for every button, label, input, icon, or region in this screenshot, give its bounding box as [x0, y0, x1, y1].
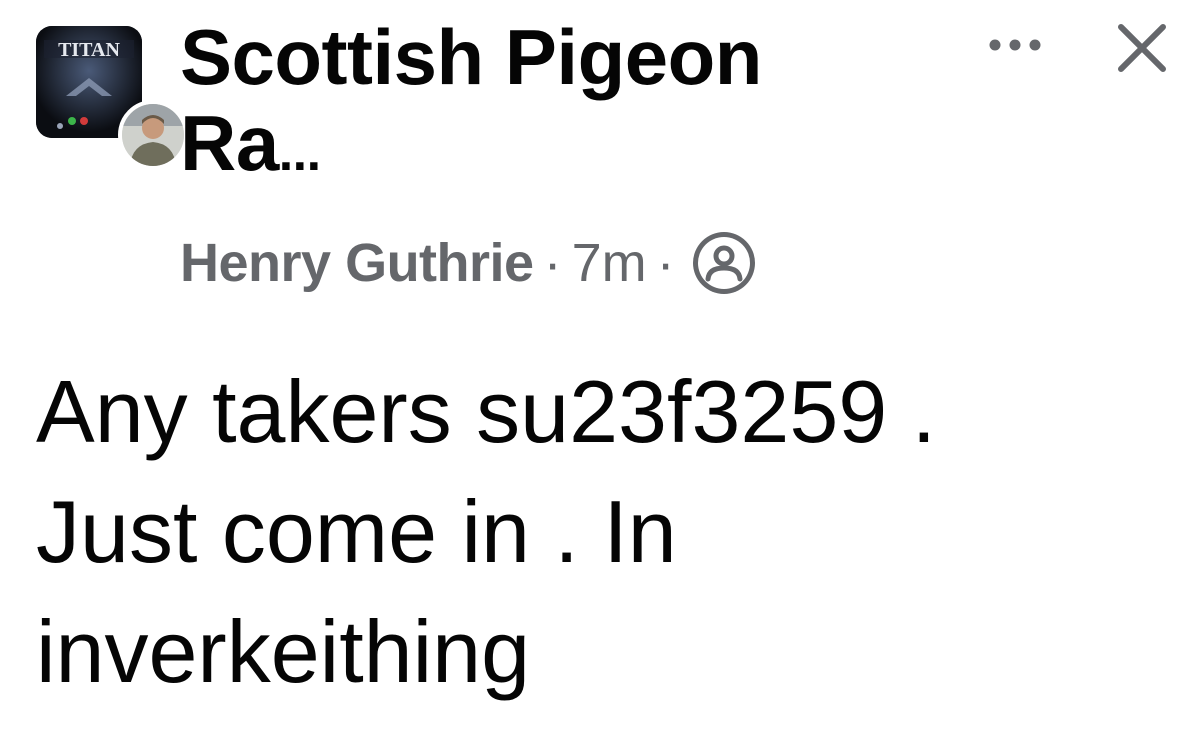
post-text-line: inverkeithing [36, 602, 531, 701]
post-text-line: Any takers su23f3259 . [36, 362, 937, 461]
author-avatar-image [122, 104, 184, 166]
group-avatar-title: TITAN [58, 39, 120, 61]
more-horizontal-icon [989, 39, 1041, 51]
group-name-line-2: Ra... [180, 100, 860, 196]
more-options-button[interactable] [980, 20, 1050, 70]
close-icon [1118, 24, 1166, 72]
group-name-line-1: Scottish Pigeon [180, 13, 762, 101]
meta-separator: · [543, 233, 562, 293]
post-meta: Henry Guthrie · 7m · [180, 228, 757, 298]
close-button[interactable] [1110, 16, 1174, 80]
meta-separator: · [656, 233, 675, 293]
group-name-link[interactable]: Scottish Pigeon Ra... [180, 14, 860, 196]
members-icon[interactable] [691, 230, 757, 296]
author-name-link[interactable]: Henry Guthrie [180, 232, 534, 294]
group-name-truncated: Ra [180, 99, 279, 187]
post-text: Any takers su23f3259 . Just come in . In… [36, 352, 1176, 712]
avatar-group[interactable]: TITAN [36, 26, 188, 170]
post-timestamp-link[interactable]: 7m [572, 232, 647, 294]
author-avatar[interactable] [118, 100, 188, 170]
group-name-ellipsis: ... [278, 124, 321, 182]
post-text-line: Just come in . In [36, 482, 677, 581]
